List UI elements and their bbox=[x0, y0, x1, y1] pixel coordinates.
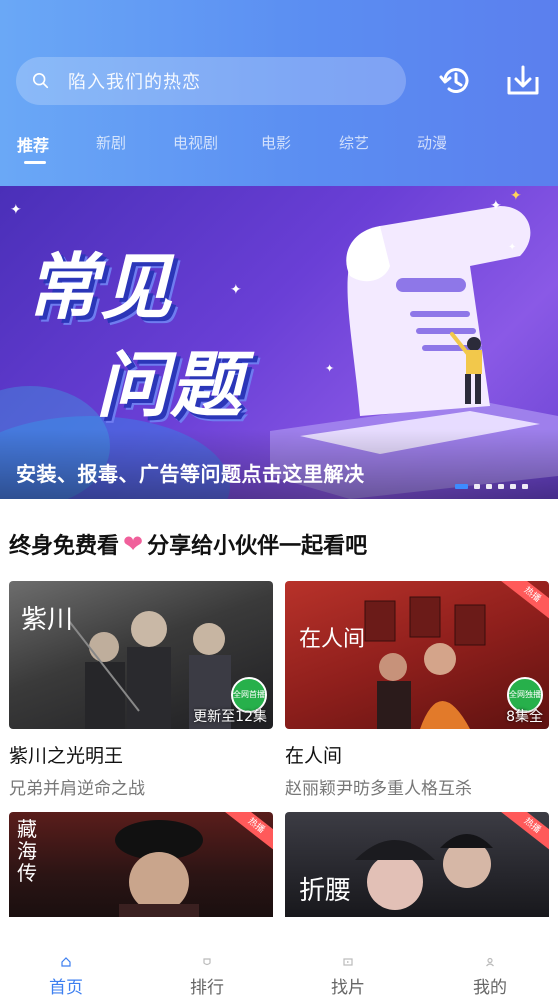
video-title: 紫川之光明王 bbox=[9, 745, 124, 767]
tab-recommend[interactable]: 推荐 bbox=[17, 132, 49, 156]
app-header: 陷入我们的热恋 推荐 新剧 电视剧 电影 综艺 动漫 bbox=[0, 0, 558, 186]
video-card[interactable]: 折腰 热播 bbox=[285, 812, 549, 917]
nav-home[interactable]: 首页 bbox=[36, 957, 96, 997]
poster-image: 在人间 热播 全网独播 8集全 bbox=[285, 581, 549, 729]
poster-image: 紫川 全网首播 更新至12集 bbox=[9, 581, 273, 729]
ranking-icon bbox=[203, 958, 211, 966]
poster-title: 紫川 bbox=[21, 605, 74, 635]
nav-ranking[interactable]: 排行 bbox=[177, 957, 237, 997]
sparkle-icon: ✦ bbox=[490, 198, 502, 214]
carousel-dot[interactable] bbox=[474, 484, 480, 489]
carousel-dot[interactable] bbox=[486, 484, 492, 489]
poster-title: 在人间 bbox=[299, 627, 366, 652]
sparkle-icon: ✦ bbox=[230, 282, 242, 298]
profile-icon bbox=[486, 957, 494, 967]
poster-title: 折腰 bbox=[299, 876, 352, 906]
tab-movie[interactable]: 电影 bbox=[261, 132, 291, 153]
banner-caption: 安装、报毒、广告等问题点击这里解决 bbox=[16, 462, 365, 486]
find-icon bbox=[343, 958, 353, 966]
nav-profile[interactable]: 我的 bbox=[460, 957, 520, 997]
carousel-dot[interactable] bbox=[522, 484, 528, 489]
episode-status: 8集全 bbox=[506, 709, 543, 725]
tab-variety[interactable]: 综艺 bbox=[339, 132, 369, 153]
poster-image: 藏海传 热播 bbox=[9, 812, 273, 917]
video-title: 在人间 bbox=[285, 745, 343, 767]
active-tab-indicator bbox=[24, 161, 46, 164]
video-description: 赵丽颖尹昉多重人格互杀 bbox=[285, 779, 472, 799]
sparkle-icon: ✦ bbox=[508, 242, 517, 253]
nav-find[interactable]: 找片 bbox=[318, 957, 378, 997]
carousel-dot[interactable] bbox=[455, 484, 468, 489]
sparkle-icon: ✦ bbox=[510, 188, 522, 204]
poster-title: 藏海传 bbox=[17, 817, 37, 885]
video-card[interactable]: 在人间 热播 全网独播 8集全 在人间 赵丽颖尹昉多重人格互杀 bbox=[285, 581, 549, 799]
sparkle-icon: ✦ bbox=[325, 362, 335, 375]
download-icon[interactable] bbox=[504, 62, 542, 100]
section-title: 终身免费看 ❤ 分享给小伙伴一起看吧 bbox=[9, 528, 367, 560]
banner-title-line2: 问题 bbox=[96, 343, 245, 427]
carousel-dot[interactable] bbox=[510, 484, 516, 489]
tab-new-drama[interactable]: 新剧 bbox=[96, 132, 126, 153]
nav-label: 我的 bbox=[473, 978, 507, 997]
video-description: 兄弟并肩逆命之战 bbox=[9, 779, 145, 799]
episode-status: 更新至12集 bbox=[193, 709, 267, 725]
section-title-left: 终身免费看 bbox=[9, 534, 120, 559]
bottom-navigation: 首页 排行 找片 我的 bbox=[0, 917, 558, 997]
category-tabs: 推荐 新剧 电视剧 电影 综艺 动漫 bbox=[0, 128, 558, 168]
carousel-dot[interactable] bbox=[498, 484, 504, 489]
nav-label: 找片 bbox=[331, 978, 365, 997]
search-icon bbox=[32, 72, 49, 89]
banner-carousel[interactable]: ✦ ✦ ✦ ✦ ✦ ✦ 常见 问题 安装、报毒、广告等问题点击这里解决 bbox=[0, 186, 558, 499]
video-card[interactable]: 紫川 全网首播 更新至12集 紫川之光明王 兄弟并肩逆命之战 bbox=[9, 581, 273, 799]
tab-anime[interactable]: 动漫 bbox=[417, 132, 447, 153]
nav-label: 排行 bbox=[190, 978, 224, 997]
nav-label: 首页 bbox=[49, 978, 83, 997]
search-placeholder: 陷入我们的热恋 bbox=[68, 72, 201, 93]
carousel-indicator bbox=[455, 484, 528, 489]
heart-icon: ❤ bbox=[123, 530, 144, 558]
sparkle-icon: ✦ bbox=[10, 202, 22, 218]
poster-image: 折腰 热播 bbox=[285, 812, 549, 917]
video-card[interactable]: 藏海传 热播 bbox=[9, 812, 273, 917]
search-input[interactable]: 陷入我们的热恋 bbox=[16, 57, 406, 105]
banner-title-line1: 常见 bbox=[26, 245, 175, 329]
tab-tv-series[interactable]: 电视剧 bbox=[173, 132, 218, 153]
history-icon[interactable] bbox=[436, 62, 474, 100]
section-title-right: 分享给小伙伴一起看吧 bbox=[147, 534, 368, 559]
home-icon bbox=[61, 957, 71, 967]
